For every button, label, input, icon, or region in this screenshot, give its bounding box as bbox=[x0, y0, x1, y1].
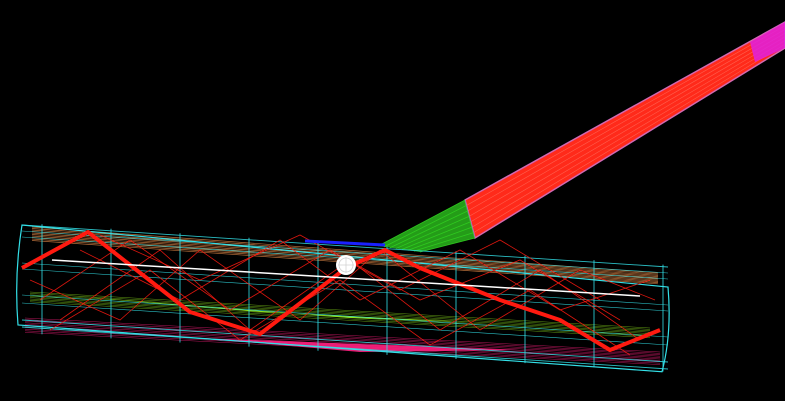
shaft-stripe bbox=[473, 44, 785, 233]
shaft-stripe bbox=[467, 29, 785, 212]
mid-band-line bbox=[29, 294, 651, 332]
mid-band-line bbox=[29, 293, 651, 330]
shaft-stripe bbox=[470, 36, 785, 222]
shaft-stripe bbox=[466, 25, 785, 206]
bottom-band-line bbox=[24, 325, 661, 360]
putter-head bbox=[16, 224, 670, 373]
shaft-stripe bbox=[469, 32, 785, 217]
putter-shaft bbox=[377, 21, 785, 253]
mid-band-line bbox=[29, 291, 651, 329]
shaft-stripe bbox=[471, 40, 785, 228]
sphere-marker-icon[interactable] bbox=[336, 255, 356, 275]
putter-wireframe-scene bbox=[16, 21, 785, 373]
shaft-body bbox=[464, 21, 785, 240]
bottom-band-line bbox=[24, 322, 661, 357]
3d-wireframe-viewport[interactable] bbox=[0, 0, 785, 401]
shaft-stripe bbox=[464, 21, 785, 201]
head-color-bands bbox=[24, 226, 661, 365]
shaft-stripe bbox=[474, 47, 785, 239]
shaft-grip bbox=[750, 22, 785, 62]
frame-rail bbox=[21, 302, 669, 346]
bottom-band-line bbox=[24, 328, 661, 363]
